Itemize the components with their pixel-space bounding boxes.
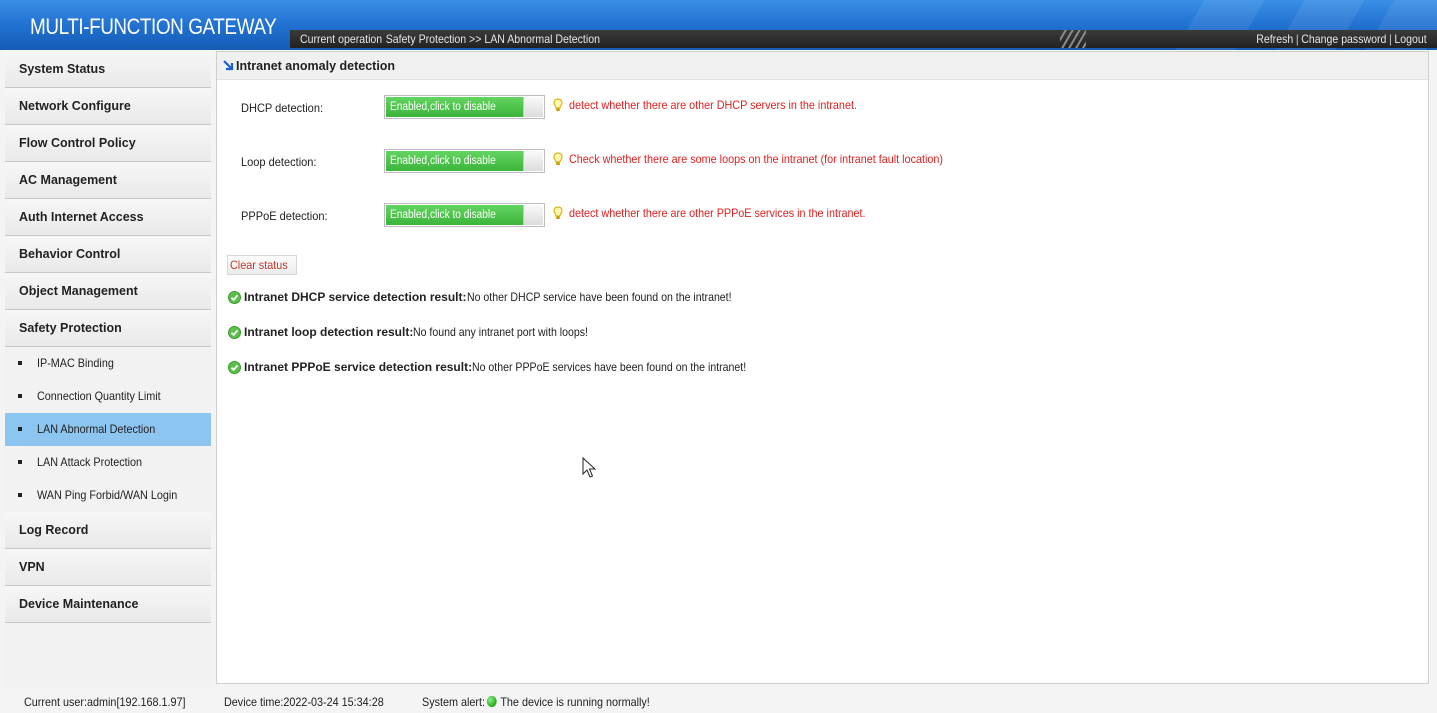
sidebar-item-behavior-control[interactable]: Behavior Control [5,236,211,273]
toggle-label: Enabled,click to disable [390,155,496,167]
sidebar-subitem-label: WAN Ping Forbid/WAN Login [37,488,178,502]
detection-row-loop: Loop detection: Enabled,click to disable… [217,149,1428,175]
link-separator: | [1296,32,1299,46]
sidebar-item-flow-control-policy[interactable]: Flow Control Policy [5,125,211,162]
sidebar-subitem-ip-mac-binding[interactable]: IP-MAC Binding [5,347,211,380]
top-links: Refresh | Change password | Logout [1257,32,1427,46]
sidebar: System Status Network Configure Flow Con… [5,51,211,688]
current-operation-path: Safety Protection >> LAN Abnormal Detect… [385,32,600,46]
sidebar-item-system-status[interactable]: System Status [5,51,211,88]
breadcrumb: Current operation Safety Protection >> LA… [300,32,603,46]
section-header: Intranet anomaly detection [217,52,1428,80]
header-slash-decoration [1060,30,1086,48]
status-bar: Current user:admin[192.168.1.97] Device … [0,689,1437,713]
sidebar-item-safety-protection[interactable]: Safety Protection [5,310,211,347]
clear-status-button[interactable]: Clear status [227,255,298,275]
detection-label: PPPoE detection: [241,209,328,223]
brand-title: MULTI-FUNCTION GATEWAY [30,14,277,39]
detection-hint: Check whether there are some loops on th… [553,152,985,169]
result-dhcp: Intranet DHCP service detection result: … [228,290,767,306]
change-password-link[interactable]: Change password [1302,32,1387,46]
result-label: Intranet loop detection result: [244,325,414,339]
hint-text: Check whether there are some loops on th… [569,152,944,166]
result-label: Intranet PPPoE service detection result: [244,360,473,374]
sidebar-subitem-label: IP-MAC Binding [37,356,114,370]
mouse-cursor-icon [582,456,597,482]
detection-label: DHCP detection: [241,101,324,115]
lightbulb-icon [553,206,563,223]
hint-text: detect whether there are other DHCP serv… [569,98,857,112]
sidebar-subitem-label: LAN Abnormal Detection [37,422,156,436]
sidebar-subitem-wan-ping-forbid[interactable]: WAN Ping Forbid/WAN Login [5,479,211,512]
system-alert-label: System alert: [422,695,486,709]
sidebar-item-device-maintenance[interactable]: Device Maintenance [5,586,211,623]
detection-label: Loop detection: [241,155,317,169]
hint-text: detect whether there are other PPPoE ser… [569,206,866,220]
current-user: Current user:admin[192.168.1.97] [24,695,186,709]
current-operation-label: Current operation [300,32,383,46]
device-time: Device time:2022-03-24 15:34:28 [224,695,384,709]
clear-status-label: Clear status [230,258,288,272]
result-loop: Intranet loop detection result: No found… [228,325,612,341]
check-circle-icon [228,326,241,342]
sidebar-item-ac-management[interactable]: AC Management [5,162,211,199]
toggle-label: Enabled,click to disable [390,209,496,221]
sidebar-item-network-configure[interactable]: Network Configure [5,88,211,125]
toggle-knob [523,97,543,117]
detection-hint: detect whether there are other PPPoE ser… [553,206,899,223]
toggle-on-state: Enabled,click to disable [386,151,523,171]
sidebar-item-vpn[interactable]: VPN [5,549,211,586]
sidebar-item-object-management[interactable]: Object Management [5,273,211,310]
result-label: Intranet DHCP service detection result: [244,290,467,304]
toggle-on-state: Enabled,click to disable [386,97,523,117]
toggle-knob [523,151,543,171]
system-alert-text: The device is running normally! [500,695,650,709]
check-circle-icon [228,361,241,377]
sidebar-item-auth-internet-access[interactable]: Auth Internet Access [5,199,211,236]
sidebar-item-log-record[interactable]: Log Record [5,512,211,549]
system-alert: System alert: The device is running norma… [422,695,650,709]
toggle-knob [523,205,543,225]
operation-bar: Current operation Safety Protection >> LA… [290,30,1437,48]
section-title: Intranet anomaly detection [236,59,396,73]
detection-hint: detect whether there are other DHCP serv… [553,98,889,115]
link-separator: | [1389,32,1393,46]
logout-link[interactable]: Logout [1395,32,1427,46]
detection-row-pppoe: PPPoE detection: Enabled,click to disabl… [217,203,1428,229]
lightbulb-icon [553,152,563,169]
toggle-on-state: Enabled,click to disable [386,205,523,225]
result-value: No other DHCP service have been found on… [466,290,732,304]
pppoe-detection-toggle[interactable]: Enabled,click to disable [384,203,545,227]
sidebar-subitem-lan-abnormal-detection[interactable]: LAN Abnormal Detection [5,413,211,446]
dhcp-detection-toggle[interactable]: Enabled,click to disable [384,95,545,119]
sidebar-subitem-lan-attack-protection[interactable]: LAN Attack Protection [5,446,211,479]
loop-detection-toggle[interactable]: Enabled,click to disable [384,149,545,173]
lightbulb-icon [553,98,563,115]
result-value: No other PPPoE services have been found … [472,360,747,374]
main-panel: Intranet anomaly detection DHCP detectio… [216,51,1429,684]
app-header: MULTI-FUNCTION GATEWAY Current operation… [0,0,1437,50]
sidebar-subitem-label: Connection Quantity Limit [37,389,161,403]
result-value: No found any intranet port with loops! [413,325,589,339]
detection-row-dhcp: DHCP detection: Enabled,click to disable… [217,95,1428,121]
status-ok-icon [486,696,497,707]
sidebar-subitem-connection-quantity-limit[interactable]: Connection Quantity Limit [5,380,211,413]
arrow-down-right-icon [223,53,234,81]
refresh-link[interactable]: Refresh [1257,32,1294,46]
sidebar-subitem-label: LAN Attack Protection [37,455,143,469]
toggle-label: Enabled,click to disable [390,101,496,113]
result-pppoe: Intranet PPPoE service detection result:… [228,360,784,376]
check-circle-icon [228,291,241,307]
